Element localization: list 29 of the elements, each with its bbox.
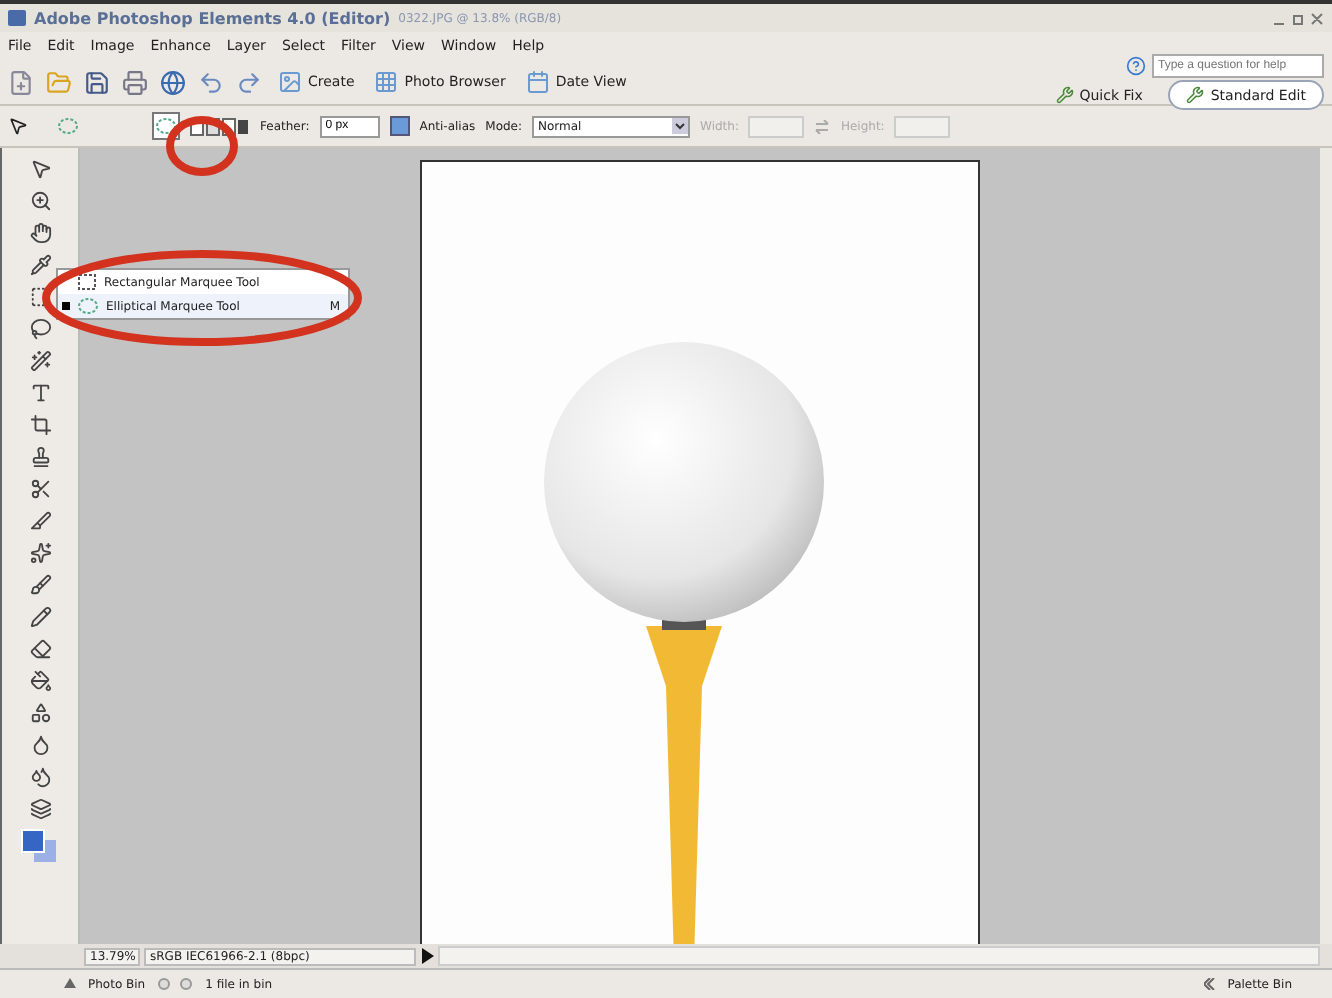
app-logo-icon <box>8 10 26 26</box>
tool-preset-icon[interactable] <box>8 116 28 136</box>
window-title: Adobe Photoshop Elements 4.0 (Editor) <box>34 9 391 27</box>
anti-alias-checkbox[interactable] <box>389 116 410 136</box>
globe-icon[interactable] <box>160 69 186 95</box>
color-swatches-icon[interactable] <box>20 828 60 864</box>
wrench-icon <box>1186 86 1205 104</box>
annotation-ellipse <box>164 114 240 178</box>
ellipse-icon <box>78 298 98 314</box>
redo-icon[interactable] <box>236 69 262 95</box>
marquee-icon <box>78 274 96 290</box>
window-controls-icon[interactable] <box>1272 11 1324 25</box>
dropdown-arrow-icon <box>672 118 689 134</box>
calendar-icon <box>525 70 550 94</box>
triangle-icon[interactable] <box>64 978 76 990</box>
horizontal-scrollbar[interactable] <box>438 946 1320 966</box>
chevron-icon[interactable] <box>1203 978 1216 990</box>
wrench-icon <box>1055 86 1074 104</box>
print-icon[interactable] <box>122 69 148 95</box>
image-icon <box>278 70 302 94</box>
play-icon[interactable] <box>420 948 434 964</box>
save-icon[interactable] <box>84 69 110 95</box>
selection-mode-icon[interactable] <box>190 117 250 135</box>
undo-icon[interactable] <box>198 69 224 95</box>
ellipse-icon <box>156 118 176 134</box>
help-icon[interactable] <box>1126 56 1146 76</box>
ellipse-icon <box>58 118 78 134</box>
grid-icon <box>374 70 399 94</box>
new-file-icon[interactable] <box>8 69 34 95</box>
